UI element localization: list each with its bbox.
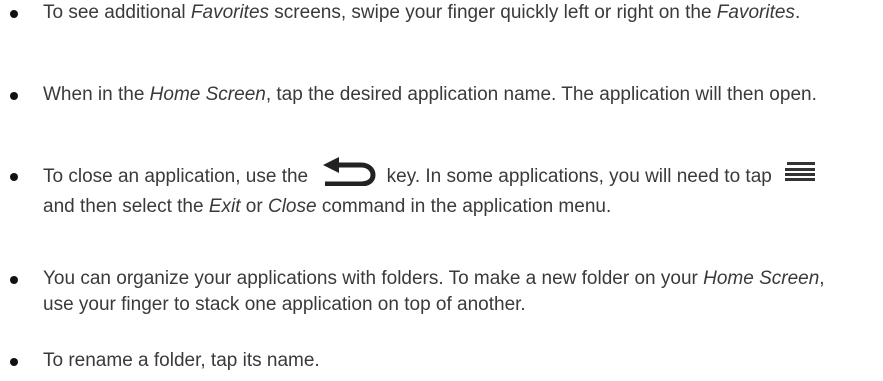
bullet-text: To rename a folder, tap its name. bbox=[43, 350, 320, 371]
bullet-text: When in the Home Screen, tap the desired… bbox=[43, 84, 817, 105]
bullet-text: You can organize your applications with … bbox=[43, 268, 825, 315]
bullet-icon bbox=[10, 276, 18, 284]
back-arrow-icon bbox=[317, 156, 377, 187]
bullet-text: To see additional Favorites screens, swi… bbox=[43, 2, 801, 23]
bullet-icon bbox=[10, 10, 18, 18]
bullet-icon bbox=[10, 92, 18, 100]
bullet-icon bbox=[10, 173, 18, 181]
menu-icon bbox=[781, 162, 817, 182]
bullet-text: To close an application, use the key. In… bbox=[43, 157, 843, 222]
bullet-icon bbox=[10, 358, 18, 366]
